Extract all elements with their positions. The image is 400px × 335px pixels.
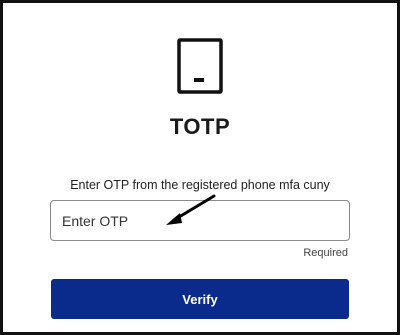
required-label: Required <box>303 247 348 259</box>
verify-button[interactable]: Verify <box>51 279 349 319</box>
page-title: TOTP <box>169 114 231 139</box>
otp-input[interactable] <box>50 200 350 241</box>
otp-instruction: Enter OTP from the registered phone mfa … <box>70 178 330 192</box>
phone-icon <box>177 38 223 94</box>
